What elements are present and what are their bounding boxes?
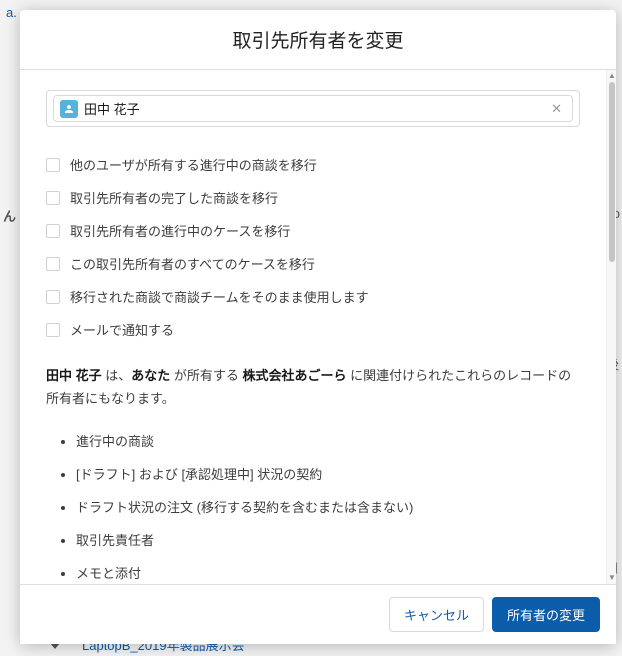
bg-text: ん xyxy=(3,206,16,225)
scroll-down-icon[interactable]: ▼ xyxy=(608,574,616,582)
option-row[interactable]: 移行された商談で商談チームをそのまま使用します xyxy=(46,287,580,306)
checkbox[interactable] xyxy=(46,158,60,172)
scroll-up-icon[interactable]: ▲ xyxy=(608,72,616,80)
option-row[interactable]: 取引先所有者の進行中のケースを移行 xyxy=(46,221,580,240)
record-list: 進行中の商談 [ドラフト] および [承認処理中] 状況の契約 ドラフト状況の注… xyxy=(46,431,580,585)
option-row[interactable]: メールで通知する xyxy=(46,320,580,339)
clear-selection-button[interactable]: ✕ xyxy=(547,101,566,117)
option-label: 他のユーザが所有する進行中の商談を移行 xyxy=(70,155,317,174)
bg-text: a. xyxy=(6,5,17,20)
checkbox[interactable] xyxy=(46,290,60,304)
checkbox[interactable] xyxy=(46,191,60,205)
checkbox[interactable] xyxy=(46,257,60,271)
submit-button[interactable]: 所有者の変更 xyxy=(492,597,600,632)
option-label: 取引先所有者の完了した商談を移行 xyxy=(70,188,278,207)
option-row[interactable]: 取引先所有者の完了した商談を移行 xyxy=(46,188,580,207)
contact-icon xyxy=(60,100,78,118)
option-row[interactable]: 他のユーザが所有する進行中の商談を移行 xyxy=(46,155,580,174)
scrollbar[interactable]: ▲ ▼ xyxy=(606,70,616,584)
checkbox[interactable] xyxy=(46,224,60,238)
checkbox[interactable] xyxy=(46,323,60,337)
list-item: 進行中の商談 xyxy=(76,431,580,450)
option-label: 取引先所有者の進行中のケースを移行 xyxy=(70,221,290,240)
option-label: メールで通知する xyxy=(70,320,174,339)
option-label: 移行された商談で商談チームをそのまま使用します xyxy=(70,287,369,306)
list-item: [ドラフト] および [承認処理中] 状況の契約 xyxy=(76,464,580,483)
list-item: 取引先責任者 xyxy=(76,530,580,549)
list-item: ドラフト状況の注文 (移行する契約を含むまたは含まない) xyxy=(76,497,580,516)
owner-lookup[interactable]: 田中 花子 ✕ xyxy=(46,90,580,127)
transfer-options: 他のユーザが所有する進行中の商談を移行 取引先所有者の完了した商談を移行 取引先… xyxy=(46,155,580,339)
cancel-button[interactable]: キャンセル xyxy=(389,597,484,632)
modal-title: 取引先所有者を変更 xyxy=(20,26,616,53)
modal-body: 田中 花子 ✕ 他のユーザが所有する進行中の商談を移行 取引先所有者の完了した商… xyxy=(20,70,606,584)
change-owner-modal: 取引先所有者を変更 田中 花子 ✕ 他のユーザが所有する進行中の xyxy=(20,10,616,644)
info-paragraph: 田中 花子 は、あなた が所有する 株式会社あごーら に関連付けられたこれらのレ… xyxy=(46,365,580,411)
option-label: この取引先所有者のすべてのケースを移行 xyxy=(70,254,315,273)
selected-owner-label: 田中 花子 xyxy=(84,99,140,118)
scrollbar-thumb[interactable] xyxy=(609,82,615,262)
list-item: メモと添付 xyxy=(76,563,580,582)
option-row[interactable]: この取引先所有者のすべてのケースを移行 xyxy=(46,254,580,273)
modal-footer: キャンセル 所有者の変更 xyxy=(20,584,616,644)
modal-header: 取引先所有者を変更 xyxy=(20,10,616,70)
selected-owner-pill: 田中 花子 ✕ xyxy=(53,95,573,122)
